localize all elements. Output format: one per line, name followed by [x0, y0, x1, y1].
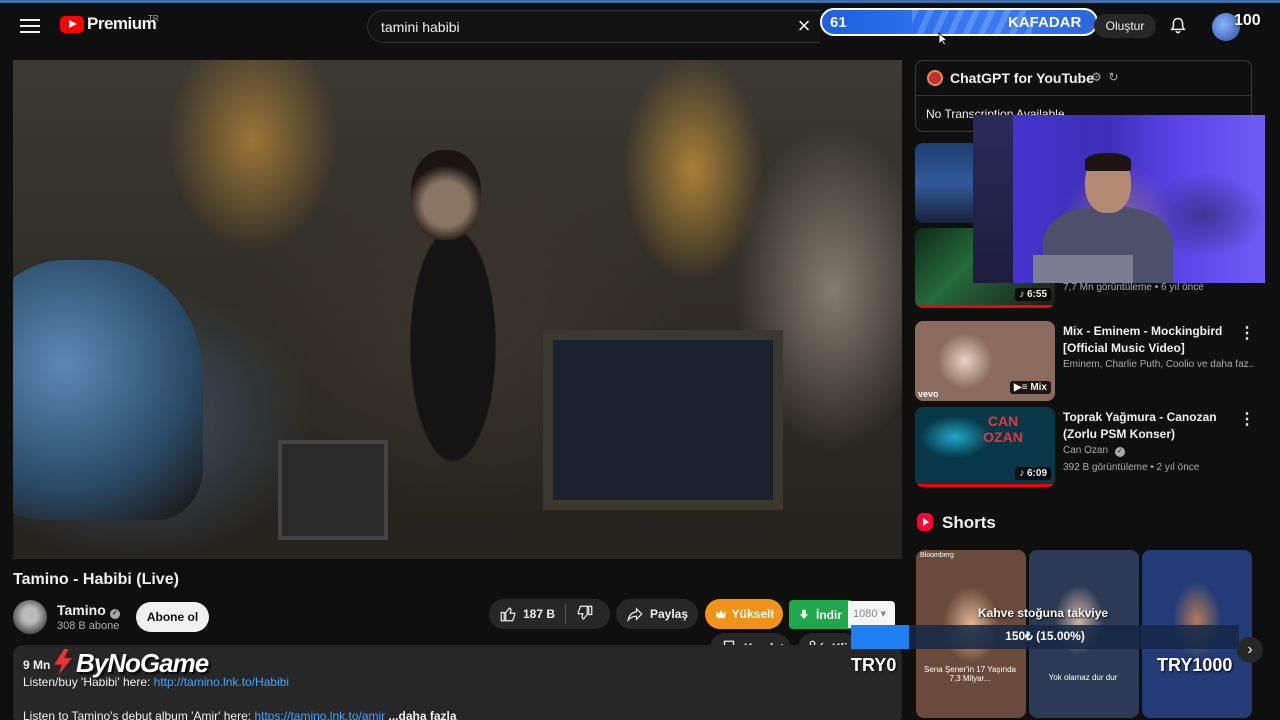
player-blanket — [13, 260, 203, 520]
description-line-2: Listen to Tamino's debut album 'Amir' he… — [23, 708, 892, 720]
short-label: Bloomberg — [920, 552, 954, 559]
video-player[interactable] — [13, 60, 902, 559]
recommendation-item[interactable]: vevo ▶≡ Mix Mix - Eminem - Mockingbird [… — [915, 321, 1255, 401]
channel-name-text[interactable]: Tamino — [57, 602, 106, 618]
thumbs-up-icon — [500, 607, 516, 622]
amir-link[interactable]: https://tamino.lnk.to/amir — [254, 709, 385, 720]
recommendation-title[interactable]: Mix - Eminem - Mockingbird [Official Mus… — [1063, 323, 1238, 357]
short-caption: Yok olamaz dur dur — [1048, 673, 1118, 682]
like-count: 187 B — [523, 607, 556, 621]
recommendation-thumbnail[interactable]: CAN OZAN ♪ 6:09 — [915, 407, 1055, 487]
more-options-icon[interactable]: ⋮ — [1239, 409, 1255, 429]
bell-icon[interactable] — [1168, 16, 1188, 36]
more-options-icon[interactable]: ⋮ — [1239, 323, 1255, 343]
logo-region: TR — [148, 14, 159, 23]
crown-icon — [715, 609, 726, 619]
download-label: İndir — [816, 607, 842, 622]
webcam-hair — [1085, 153, 1131, 171]
player-amp — [278, 440, 388, 540]
share-label: Paylaş — [650, 607, 689, 621]
chatgpt-divider — [916, 95, 1251, 96]
create-button[interactable]: Oluştur — [1094, 14, 1156, 38]
gear-icon[interactable]: ⚙ — [1091, 70, 1102, 84]
show-more-button[interactable]: ...daha fazla — [389, 709, 457, 720]
counter-left: 61 — [830, 14, 847, 31]
donation-progress-text: 150₺ (15.00%) — [1005, 629, 1085, 643]
view-count: 9 Mn — [23, 658, 51, 672]
dislike-button[interactable] — [566, 604, 600, 625]
youtube-icon — [60, 15, 84, 33]
refresh-icon[interactable]: ↻ — [1108, 70, 1118, 84]
upgrade-label: Yükselt — [731, 607, 775, 621]
recommendation-channel: Can Ozan ✓ — [1063, 445, 1253, 457]
donation-max-label: TRY1000 — [1157, 655, 1233, 675]
download-arrow-icon — [799, 609, 809, 619]
streamer-webcam — [973, 115, 1265, 283]
like-button[interactable]: 187 B — [489, 605, 565, 623]
recommendation-channel-name: Can Ozan — [1063, 445, 1109, 456]
duration-text: 6:55 — [1026, 289, 1047, 300]
subscriber-count: 308 B abone — [57, 620, 120, 632]
bynogame-watermark: ByNoGame — [52, 648, 209, 679]
bolt-logo-icon — [54, 649, 72, 675]
chevron-right-icon[interactable]: › — [1237, 637, 1263, 663]
thumbs-down-icon — [577, 605, 593, 620]
mouse-cursor-icon — [938, 32, 948, 46]
top-accent-line — [0, 0, 1280, 3]
upgrade-button[interactable]: Yükselt — [705, 599, 783, 629]
counter-right: 100 — [1234, 12, 1261, 29]
close-icon[interactable]: × — [793, 15, 815, 37]
verified-icon: ✓ — [109, 609, 120, 619]
quality-value: 1080 — [853, 608, 878, 620]
quality-select[interactable]: 1080 ▾ — [848, 601, 895, 628]
webcam-shelf — [973, 115, 1013, 283]
video-title: Tamino - Habibi (Live) — [13, 571, 179, 588]
chatgpt-controls: ⚙ ↻ — [1091, 70, 1119, 84]
thumbnail-text: CAN OZAN — [983, 413, 1023, 445]
chatgpt-title: ChatGPT for YouTube — [950, 70, 1094, 86]
verified-icon: ✓ — [1114, 447, 1125, 457]
recommendation-thumbnail[interactable]: vevo ▶≡ Mix — [915, 321, 1055, 401]
donation-title: Kahve stoğuna takviye — [978, 606, 1109, 620]
stream-counter-bar: 61 KAFADAR — [820, 8, 1098, 36]
logo-text: Premium — [87, 14, 157, 33]
mix-badge-text: Mix — [1030, 382, 1047, 393]
download-button[interactable]: İndir — [789, 600, 851, 629]
watch-progress-bar — [915, 305, 1055, 308]
recommendation-meta: Eminem, Charlie Puth, Coolio ve daha faz… — [1063, 359, 1253, 370]
search-query[interactable]: tamini habibi — [381, 19, 460, 35]
description-line-2-text: Listen to Tamino's debut album 'Amir' he… — [23, 709, 255, 720]
watch-progress-bar — [915, 484, 1055, 487]
shorts-icon — [917, 513, 933, 531]
counter-name: KAFADAR — [1008, 14, 1082, 31]
webcam-laptop — [1033, 255, 1133, 283]
short-caption: Sena Şener'in 17 Yaşında 7,3 Milyar... — [924, 665, 1016, 683]
player-fireplace — [543, 330, 783, 510]
recommendation-title[interactable]: Toprak Yağmura - Canozan (Zorlu PSM Kons… — [1063, 409, 1238, 443]
youtube-premium-logo[interactable]: Premium TR — [60, 14, 159, 34]
duration-badge: ♪ 6:55 — [1015, 288, 1051, 301]
recommendation-meta: 7,7 Mn görüntüleme • 6 yıl önce — [1063, 282, 1204, 293]
duration-text: 6:09 — [1026, 468, 1047, 479]
like-dislike-group: 187 B — [489, 599, 610, 629]
chatgpt-logo-icon — [927, 70, 943, 86]
shorts-title: Shorts — [942, 513, 996, 532]
recommendation-meta: 392 B görüntüleme • 2 yıl önce — [1063, 462, 1200, 473]
player-performer-head — [411, 150, 481, 240]
share-icon — [627, 607, 643, 623]
watermark-text: ByNoGame — [76, 648, 209, 678]
donation-progress-bar: 150₺ (15.00%) — [851, 625, 1239, 649]
vevo-label: vevo — [918, 389, 939, 399]
share-button[interactable]: Paylaş — [616, 599, 698, 629]
subscribe-button[interactable]: Abone ol — [136, 602, 209, 632]
channel-name[interactable]: Tamino ✓ — [57, 602, 120, 619]
channel-avatar[interactable] — [13, 600, 47, 634]
mix-badge: ▶≡ Mix — [1010, 381, 1051, 394]
hamburger-menu-icon[interactable] — [18, 15, 42, 37]
duration-badge: ♪ 6:09 — [1015, 467, 1051, 480]
recommendation-item[interactable]: CAN OZAN ♪ 6:09 Toprak Yağmura - Canozan… — [915, 407, 1255, 487]
search-input[interactable]: tamini habibi × — [367, 10, 820, 43]
donation-min-label: TRY0 — [851, 655, 897, 675]
